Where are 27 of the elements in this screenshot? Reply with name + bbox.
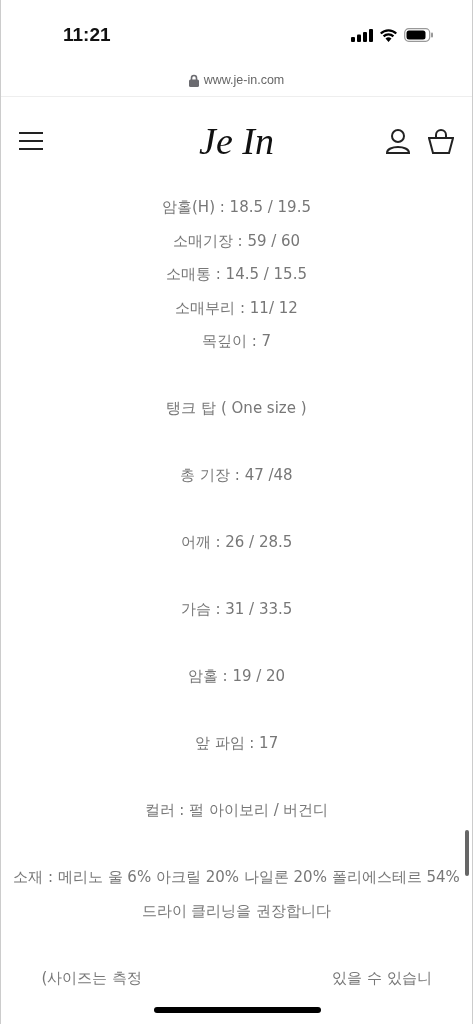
spec-text: 드라이 클리닝을 권장합니다 [140,900,333,922]
spec-text: 목깊이 : 7 [200,331,273,352]
spec-text: 앞 파임 : 17 [193,733,280,754]
spec-text: 가슴 : 31 / 33.5 [179,599,294,620]
wifi-icon [379,28,398,42]
scrollbar [465,830,469,876]
spec-text: 소매기장 : 59 / 60 [171,230,302,252]
logo[interactable]: Je In [199,119,274,163]
spec-text: (사이즈는 측정 [41,967,143,989]
lock-icon [188,73,199,87]
menu-icon[interactable] [19,132,43,150]
spec-text: 컬러 : 펄 아이보리 / 버건디 [143,800,330,821]
spec-text: 소매부리 : 11/ 12 [174,297,299,319]
spec-text: 소재 : 메리노 울 6% 아크릴 20% 나일론 20% 폴리에스테르 54% [12,867,461,888]
spec-text: 어깨 : 26 / 28.5 [179,532,294,553]
signal-icon [351,28,373,42]
shopping-bag-icon[interactable] [428,128,454,154]
spec-text: 암홀(H) : 18.5 / 19.5 [161,197,312,218]
spec-text: 있을 수 있습니 [332,967,432,989]
spec-text: 소매통 : 14.5 / 15.5 [165,264,308,285]
spec-text: 암홀 : 19 / 20 [186,666,287,687]
status-time: 11:21 [63,24,111,46]
user-icon[interactable] [386,128,410,154]
spec-text: 총 기장 : 47 /48 [179,465,294,486]
url-text[interactable]: www.je-in.com [203,73,285,87]
spec-text: 탱크 탑 ( One size ) [165,398,308,419]
battery-icon [404,28,434,42]
